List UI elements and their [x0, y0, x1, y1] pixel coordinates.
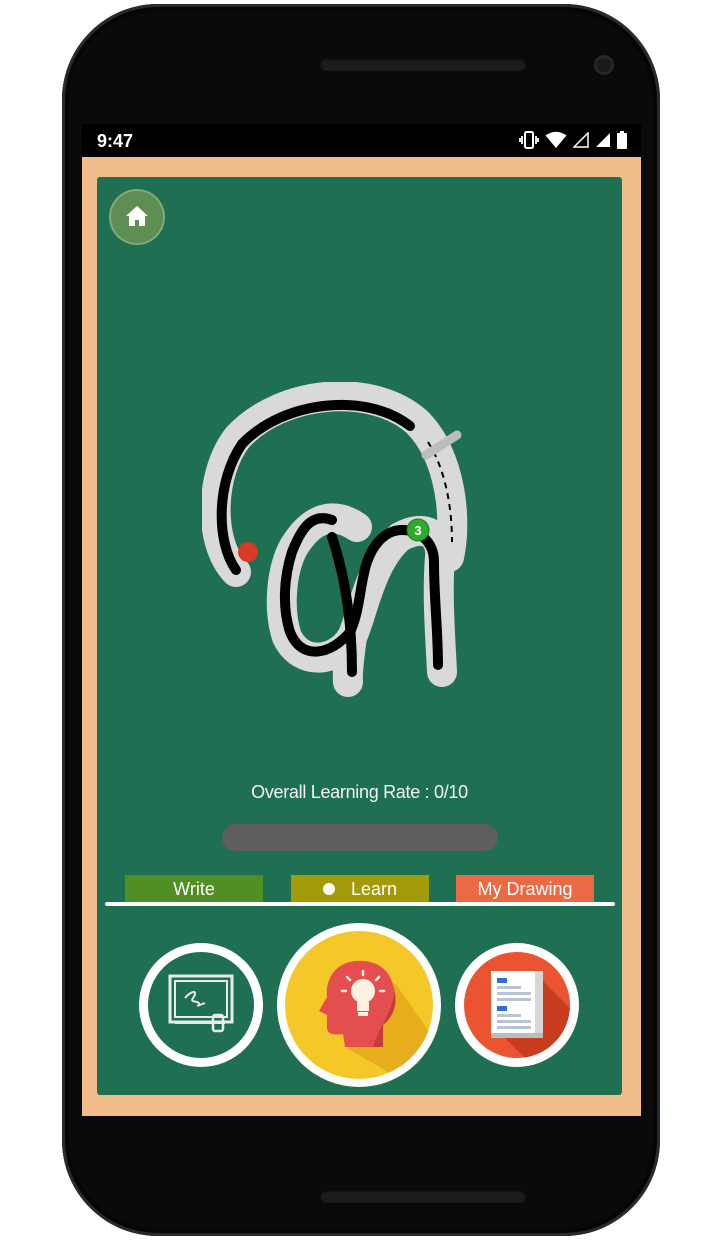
learning-rate-text: Overall Learning Rate : 0/10 — [251, 782, 468, 802]
head-lightbulb-icon — [285, 931, 433, 1079]
tab-divider — [105, 902, 615, 906]
write-mode-button[interactable] — [139, 943, 263, 1067]
status-time: 9:47 — [97, 131, 134, 151]
home-icon — [126, 206, 148, 226]
tab-my-drawing-label: My Drawing — [477, 878, 573, 899]
learning-progress-bar — [222, 824, 498, 851]
bottom-speaker — [320, 1190, 526, 1203]
tab-my-drawing[interactable]: My Drawing — [456, 875, 594, 903]
active-tab-dot — [322, 883, 335, 895]
status-bar: 9:47 — [82, 124, 641, 157]
signal-empty-icon — [573, 132, 589, 148]
tab-write-label: Write — [173, 878, 215, 899]
app-container: 3 Overall Learning Rate : 0/10 Write Lea… — [82, 157, 641, 1116]
my-drawing-button[interactable] — [455, 943, 579, 1067]
tracing-board: 3 Overall Learning Rate : 0/10 Write Lea… — [97, 177, 622, 1095]
letter-tracing-canvas[interactable]: 3 — [202, 382, 472, 702]
home-button[interactable] — [111, 191, 163, 243]
screen: 9:47 3 Overall Learning Rate: 0/10 Writ… — [82, 124, 641, 1116]
vibrate-icon — [519, 131, 539, 149]
top-speaker — [320, 58, 526, 71]
document-list-icon — [464, 952, 570, 1058]
chalkboard-writing-icon — [148, 952, 254, 1058]
signal-icon — [596, 133, 610, 147]
learn-mode-button[interactable] — [277, 923, 441, 1087]
tab-learn[interactable]: Learn — [291, 875, 429, 903]
tab-learn-label: Learn — [350, 878, 398, 899]
current-marker-label: 3 — [414, 523, 421, 538]
wifi-icon — [545, 131, 567, 148]
tab-write[interactable]: Write — [125, 875, 263, 903]
front-camera — [594, 55, 614, 75]
status-icons — [519, 131, 627, 149]
start-marker — [238, 542, 258, 562]
battery-icon — [617, 131, 627, 149]
